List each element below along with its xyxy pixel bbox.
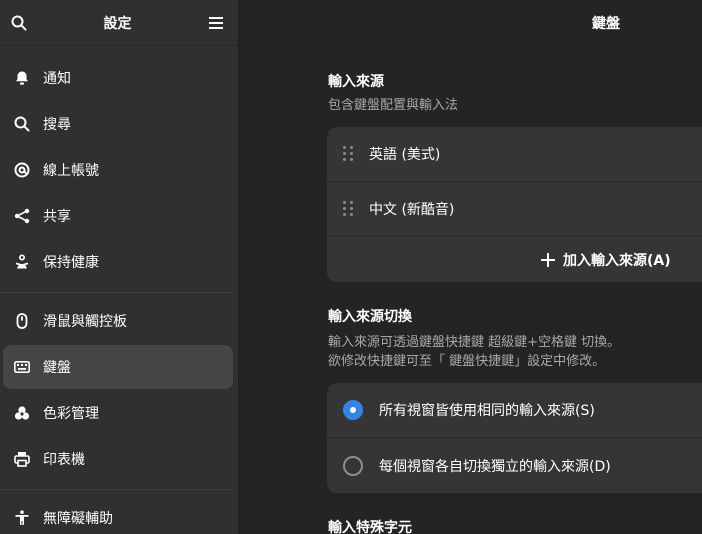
add-input-source-label: 加入輸入來源(A) xyxy=(563,252,671,269)
sidebar-item-keyboard[interactable]: 鍵盤 xyxy=(3,345,233,389)
sidebar-item-label: 無障礙輔助 xyxy=(43,511,113,527)
mouse-icon xyxy=(13,312,31,330)
switching-title: 輸入來源切換 xyxy=(328,309,412,325)
sidebar-title: 設定 xyxy=(103,15,132,32)
radio-button-unchecked[interactable] xyxy=(343,455,363,476)
wellbeing-icon xyxy=(13,253,31,271)
switch-option-label: 所有視窗皆使用相同的輸入來源(S) xyxy=(379,403,595,419)
sidebar-divider xyxy=(0,292,233,293)
sidebar-item-wellbeing[interactable]: 保持健康 xyxy=(3,240,233,284)
sidebar-divider xyxy=(0,489,233,490)
sidebar-item-label: 色彩管理 xyxy=(43,406,99,422)
bell-icon xyxy=(13,69,31,87)
input-sources-subtitle: 包含鍵盤配置與輸入法 xyxy=(328,98,459,113)
switch-option-label: 每個視窗各自切換獨立的輸入來源(D) xyxy=(379,458,611,475)
sidebar-item-color[interactable]: 色彩管理 xyxy=(3,391,233,435)
at-icon xyxy=(13,161,31,179)
sidebar-item-label: 共享 xyxy=(43,209,71,225)
search-button[interactable] xyxy=(9,13,29,33)
sidebar-item-label: 保持健康 xyxy=(43,255,99,271)
search-icon xyxy=(13,115,31,133)
input-source-row[interactable]: 英語 (美式) xyxy=(327,127,702,182)
input-source-label: 中文 (新酷音) xyxy=(369,202,455,218)
add-input-source-button[interactable]: 加入輸入來源(A) xyxy=(327,237,702,282)
sidebar-header: 設定 xyxy=(0,0,238,46)
drag-handle-icon[interactable] xyxy=(343,146,353,162)
menu-button[interactable] xyxy=(206,13,226,33)
input-sources-list: 英語 (美式) 中文 (新酷音) 加入輸入來源(A) xyxy=(327,127,702,282)
accessibility-icon xyxy=(13,509,31,527)
switch-option-per-window[interactable]: 每個視窗各自切換獨立的輸入來源(D) xyxy=(327,438,702,493)
sidebar-item-label: 印表機 xyxy=(43,452,85,468)
sidebar-item-label: 線上帳號 xyxy=(43,163,99,179)
hamburger-icon xyxy=(209,16,223,29)
switching-subtitle-line1: 輸入來源可透過鍵盤快捷鍵 超級鍵+空格鍵 切換。 xyxy=(328,335,621,350)
printer-icon xyxy=(13,450,31,468)
sidebar-item-label: 鍵盤 xyxy=(43,360,71,376)
sidebar-item-label: 搜尋 xyxy=(43,117,71,133)
input-sources-title: 輸入來源 xyxy=(328,74,384,90)
switching-subtitle-line2: 欲修改快捷鍵可至「 鍵盤快捷鍵」設定中修改。 xyxy=(328,354,606,369)
drag-handle-icon[interactable] xyxy=(343,201,353,217)
switch-option-same[interactable]: 所有視窗皆使用相同的輸入來源(S) xyxy=(327,383,702,438)
input-source-label: 英語 (美式) xyxy=(369,147,441,163)
sidebar-item-label: 滑鼠與觸控板 xyxy=(43,314,127,330)
keyboard-icon xyxy=(13,358,31,376)
color-icon xyxy=(13,404,31,422)
sidebar-item-printers[interactable]: 印表機 xyxy=(3,437,233,481)
special-chars-title: 輸入特殊字元 xyxy=(328,520,412,534)
input-source-row[interactable]: 中文 (新酷音) xyxy=(327,182,702,237)
sidebar-item-online-accounts[interactable]: 線上帳號 xyxy=(3,148,233,192)
sidebar-item-notifications[interactable]: 通知 xyxy=(3,56,233,100)
sidebar: 設定 通知 搜尋 線上帳號 共享 保持健康 滑鼠與觸控板 鍵盤 色彩管理 印表機… xyxy=(0,0,239,534)
search-icon xyxy=(11,15,27,30)
sidebar-item-search[interactable]: 搜尋 xyxy=(3,102,233,146)
main-header: 鍵盤 xyxy=(239,0,702,46)
switching-options: 所有視窗皆使用相同的輸入來源(S) 每個視窗各自切換獨立的輸入來源(D) xyxy=(327,383,702,493)
sidebar-item-mouse[interactable]: 滑鼠與觸控板 xyxy=(3,299,233,343)
share-icon xyxy=(13,207,31,225)
sidebar-item-sharing[interactable]: 共享 xyxy=(3,194,233,238)
sidebar-item-label: 通知 xyxy=(43,71,71,87)
page-title: 鍵盤 xyxy=(592,16,620,32)
sidebar-item-accessibility[interactable]: 無障礙輔助 xyxy=(3,496,233,534)
radio-button-checked[interactable] xyxy=(343,400,363,420)
plus-icon xyxy=(541,250,555,270)
